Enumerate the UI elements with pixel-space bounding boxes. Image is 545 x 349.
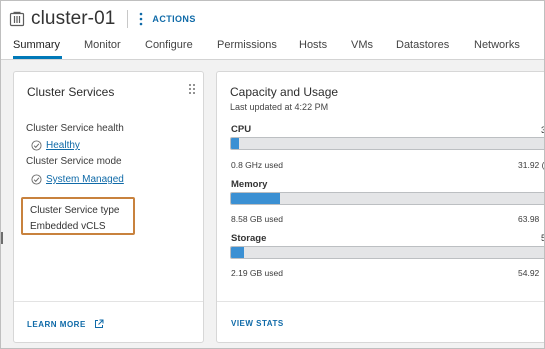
capacity-usage-card: Capacity and Usage Last updated at 4:22 … (216, 71, 545, 343)
left-edge-marker (1, 232, 3, 244)
service-health-link[interactable]: Healthy (46, 140, 80, 151)
service-health-status: Healthy (31, 140, 80, 151)
view-stats-link[interactable]: VIEW STATS (231, 319, 284, 328)
tab-configure[interactable]: Configure (145, 39, 193, 51)
memory-usage-bar (230, 192, 544, 205)
cpu-usage-fill (231, 138, 240, 149)
service-type-label: Cluster Service type (30, 205, 120, 216)
memory-used: 8.58 GB used (231, 214, 283, 224)
tab-summary[interactable]: Summary (13, 39, 60, 51)
window-frame: cluster-01 ACTIONS Summary Monitor Confi… (0, 0, 545, 349)
summary-content: Cluster Services Cluster Service health … (1, 60, 545, 348)
tab-bar: Summary Monitor Configure Permissions Ho… (1, 31, 544, 60)
service-health-label: Cluster Service health (26, 123, 124, 134)
check-circle-icon (31, 140, 42, 151)
tab-networks[interactable]: Networks (474, 39, 520, 51)
storage-used: 2.19 GB used (231, 268, 283, 278)
actions-menu-button[interactable]: ACTIONS (138, 12, 195, 26)
storage-usage-fill (231, 247, 245, 258)
cpu-capacity: 3 (541, 125, 544, 135)
storage-usage-bar (230, 246, 544, 259)
service-mode-label: Cluster Service mode (26, 156, 122, 167)
external-link-icon (94, 319, 104, 328)
card-footer-divider (217, 301, 544, 302)
memory-usage-fill (231, 193, 281, 204)
capacity-title: Capacity and Usage (230, 85, 339, 99)
active-tab-indicator (13, 56, 62, 59)
service-mode-link[interactable]: System Managed (46, 174, 124, 185)
cpu-label: CPU (231, 124, 252, 135)
memory-total: 63.98 (518, 214, 540, 224)
kebab-icon (140, 12, 143, 26)
tab-hosts[interactable]: Hosts (299, 39, 327, 51)
learn-more-link[interactable]: LEARN MORE (27, 319, 104, 329)
cluster-services-title: Cluster Services (27, 85, 115, 99)
actions-label: ACTIONS (152, 14, 196, 24)
storage-capacity: 5 (541, 233, 544, 243)
card-footer-divider (14, 301, 203, 302)
last-updated-text: Last updated at 4:22 PM (230, 102, 329, 112)
cluster-services-card: Cluster Services Cluster Service health … (13, 71, 204, 343)
tab-monitor[interactable]: Monitor (84, 39, 121, 51)
storage-label: Storage (231, 233, 267, 244)
storage-total: 54.92 (518, 268, 540, 278)
service-type-value: Embedded vCLS (30, 221, 106, 232)
view-stats-label: VIEW STATS (231, 319, 284, 328)
service-type-highlight: Cluster Service type Embedded vCLS (21, 197, 135, 235)
tab-permissions[interactable]: Permissions (217, 39, 277, 51)
cpu-total: 31.92 ( (518, 160, 545, 170)
cpu-used: 0.8 GHz used (231, 160, 283, 170)
tab-datastores[interactable]: Datastores (396, 39, 449, 51)
check-circle-icon (31, 174, 42, 185)
page-header: cluster-01 ACTIONS (9, 8, 196, 30)
service-mode-status: System Managed (31, 174, 124, 185)
page-title: cluster-01 (31, 8, 116, 29)
header-divider (127, 10, 129, 28)
drag-handle-icon[interactable] (188, 83, 196, 95)
cluster-icon (9, 11, 25, 27)
tab-vms[interactable]: VMs (351, 39, 373, 51)
cpu-usage-bar (230, 137, 544, 150)
memory-label: Memory (231, 179, 268, 190)
learn-more-label: LEARN MORE (27, 319, 86, 329)
